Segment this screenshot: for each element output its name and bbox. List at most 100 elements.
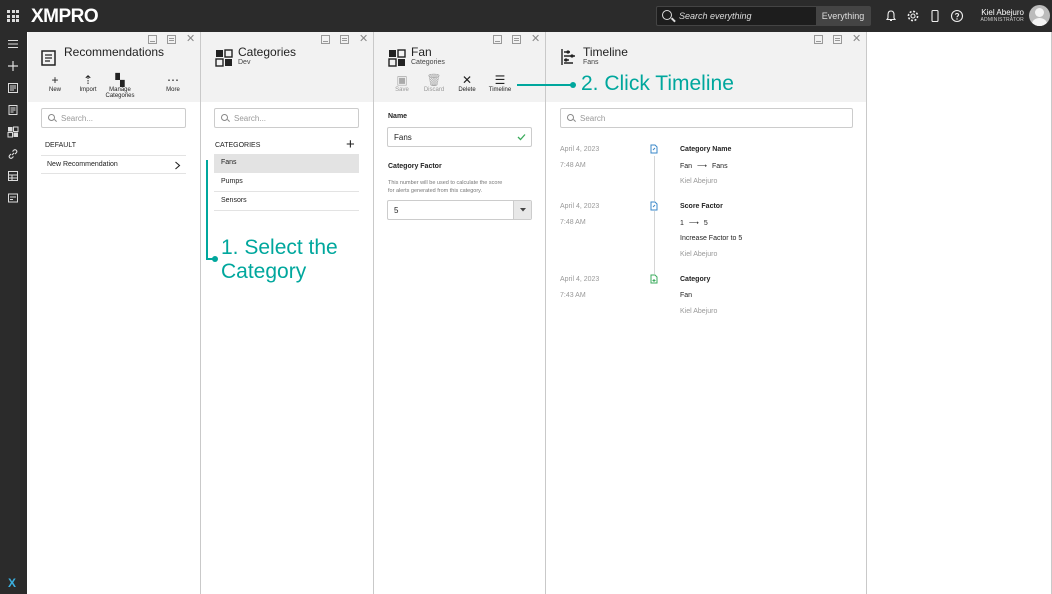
- change-to: 5: [703, 220, 708, 227]
- global-search[interactable]: Search everything Everything: [656, 6, 871, 26]
- panel-subtitle: Dev: [238, 59, 251, 66]
- panel-subtitle: Categories: [411, 59, 445, 66]
- change-to: Fans: [712, 163, 728, 170]
- close-icon[interactable]: ✕: [531, 34, 540, 45]
- panel-title: Timeline: [583, 45, 628, 59]
- import-button[interactable]: ⇡ Import: [76, 74, 100, 93]
- recommendations-header: ✕ Recommendations + New ⇡ Import ▚ Manage Ca…: [28, 32, 200, 102]
- categories-icon: ▚: [115, 73, 125, 87]
- app-launcher-icon[interactable]: [7, 10, 19, 22]
- entry-change: Fan ⟶ Fans: [680, 162, 728, 170]
- annotation-step2: 2. Click Timeline: [581, 72, 734, 95]
- minimize-icon[interactable]: [148, 35, 157, 44]
- category-factor-label: Category Factor: [388, 163, 442, 170]
- more-button[interactable]: ⋯ More: [164, 74, 182, 93]
- entry-date: April 4, 2023: [560, 276, 600, 283]
- add-category-icon[interactable]: +: [346, 136, 355, 153]
- manage-categories-button[interactable]: ▚ Manage Categories: [105, 74, 135, 99]
- new-button[interactable]: + New: [48, 74, 62, 93]
- discard-label: Discard: [423, 87, 445, 93]
- dashboard-nav-icon[interactable]: [7, 170, 19, 182]
- check-icon: [517, 134, 526, 141]
- category-factor-select[interactable]: 5: [387, 200, 532, 220]
- annotation-text: 1. Select the: [221, 236, 338, 259]
- maximize-icon[interactable]: [512, 35, 521, 44]
- file-edit-icon: [650, 144, 658, 154]
- top-bar: XMPRO Search everything Everything Kiel …: [0, 0, 1052, 32]
- minimize-icon[interactable]: [321, 35, 330, 44]
- xmpro-logo[interactable]: XMPRO: [31, 6, 99, 28]
- list-item-label: New Recommendation: [47, 161, 118, 168]
- section-label: CATEGORIES: [215, 142, 261, 149]
- close-icon[interactable]: ✕: [186, 34, 195, 45]
- annotation-text: Category: [221, 260, 307, 283]
- add-icon[interactable]: [7, 60, 19, 72]
- close-icon[interactable]: ✕: [852, 34, 861, 45]
- maximize-icon[interactable]: [340, 35, 349, 44]
- help-line: for alerts generated from this category.: [388, 188, 483, 194]
- timeline-search-input[interactable]: Search: [560, 108, 853, 128]
- timeline-panel: ✕ Timeline Fans Search April 4, 2023 7:4…: [546, 32, 867, 594]
- categories-nav-icon[interactable]: [7, 126, 19, 138]
- minimize-icon[interactable]: [493, 35, 502, 44]
- recommendations-search-input[interactable]: Search...: [41, 108, 186, 128]
- recommendations-panel: ✕ Recommendations + New ⇡ Import ▚ Manage Ca…: [28, 32, 201, 594]
- category-label: Sensors: [221, 197, 247, 204]
- maximize-icon[interactable]: [167, 35, 176, 44]
- entry-time: 7:48 AM: [560, 219, 586, 226]
- category-row-sensors[interactable]: Sensors: [214, 192, 359, 211]
- import-label: Import: [79, 87, 97, 93]
- search-icon: [221, 114, 228, 121]
- dropdown-toggle[interactable]: [513, 201, 531, 219]
- search-icon: [48, 114, 55, 121]
- timeline-button[interactable]: ☰ Timeline: [487, 74, 513, 93]
- delete-button[interactable]: ✕ Delete: [457, 74, 477, 93]
- trash-icon: 🗑: [426, 73, 442, 87]
- minimize-icon[interactable]: [814, 35, 823, 44]
- annotation-step1: 1. Select the Category: [221, 236, 338, 284]
- search-scope-dropdown[interactable]: Everything: [816, 7, 870, 25]
- entry-change: 1 ⟶ 5: [680, 219, 708, 227]
- close-icon[interactable]: ✕: [359, 34, 368, 45]
- timeline-label: Timeline: [488, 87, 512, 93]
- annotation-step1-line: [206, 160, 208, 260]
- hamburger-menu-icon[interactable]: [7, 38, 19, 50]
- entry-time: 7:43 AM: [560, 292, 586, 299]
- save-button[interactable]: ▣ Save: [393, 74, 411, 93]
- list-item[interactable]: New Recommendation: [41, 155, 186, 174]
- notes-nav-icon[interactable]: [7, 104, 19, 116]
- add-icon: +: [51, 73, 59, 87]
- recommendations-nav-icon[interactable]: [7, 82, 19, 94]
- categories-header: ✕ Categories Dev: [201, 32, 373, 102]
- entry-detail: Increase Factor to 5: [680, 235, 743, 242]
- file-add-icon: [650, 274, 658, 284]
- delete-label: Delete: [458, 87, 476, 93]
- bell-icon[interactable]: [884, 9, 898, 23]
- help-icon[interactable]: [950, 9, 964, 23]
- link-icon[interactable]: [7, 148, 19, 160]
- search-placeholder: Search...: [61, 114, 94, 123]
- apps-nav-icon[interactable]: [7, 192, 19, 204]
- group-label: DEFAULT: [45, 142, 76, 149]
- panel-title: Fan: [411, 45, 432, 59]
- save-label: Save: [395, 87, 409, 93]
- user-name[interactable]: Kiel Abejuro: [976, 8, 1024, 17]
- discard-button[interactable]: 🗑 Discard: [422, 74, 446, 93]
- arrow-right-icon: ⟶: [688, 220, 699, 227]
- annotation-step2-line: [517, 84, 574, 86]
- gear-icon[interactable]: [906, 9, 920, 23]
- categories-search-input[interactable]: Search...: [214, 108, 359, 128]
- mobile-device-icon[interactable]: [928, 9, 942, 23]
- category-row-fans[interactable]: Fans: [214, 154, 359, 173]
- name-value: Fans: [394, 133, 412, 142]
- name-input[interactable]: Fans: [387, 127, 532, 147]
- global-search-input[interactable]: Search everything: [679, 11, 752, 21]
- category-row-pumps[interactable]: Pumps: [214, 173, 359, 192]
- maximize-icon[interactable]: [833, 35, 842, 44]
- upload-icon: ⇡: [82, 73, 94, 87]
- chevron-down-icon: [520, 208, 526, 212]
- left-nav-rail: X: [0, 32, 27, 594]
- user-avatar[interactable]: [1029, 5, 1050, 26]
- window-controls: ✕: [814, 34, 861, 45]
- xmpro-mark-icon: X: [8, 576, 17, 590]
